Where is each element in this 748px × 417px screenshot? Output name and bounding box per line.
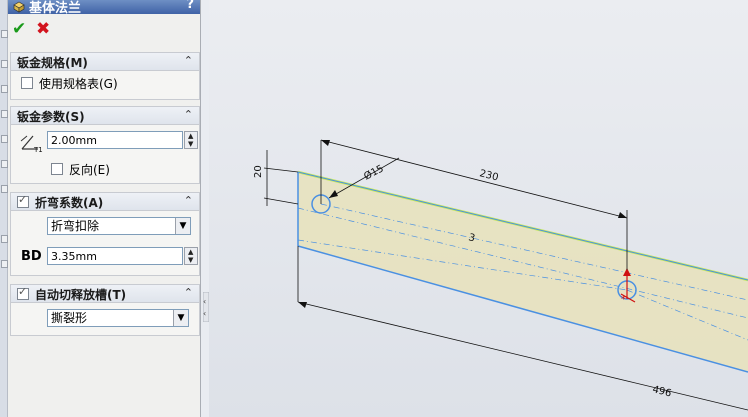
spin-up-icon: ▲ xyxy=(188,132,194,140)
group-title: 钣金规格(M) xyxy=(17,56,88,70)
ok-button[interactable]: ✔ xyxy=(12,20,30,38)
thickness-icon: T1 xyxy=(20,135,43,153)
tree-icon[interactable] xyxy=(1,235,8,243)
svg-text:‹: ‹ xyxy=(203,297,206,306)
relief-type-select[interactable]: 撕裂形 ▼ xyxy=(47,309,189,327)
tree-icon[interactable] xyxy=(1,110,8,118)
collapse-icon[interactable]: ⌃ xyxy=(184,54,193,67)
relief-type-value: 撕裂形 xyxy=(51,311,88,325)
panel-titlebar: 基体法兰 ? xyxy=(8,0,200,16)
dim-hole-label[interactable]: Ø15 xyxy=(362,162,386,182)
reverse-checkbox[interactable] xyxy=(51,163,63,175)
dim-extension xyxy=(263,197,299,205)
base-flange-icon xyxy=(13,1,25,13)
group-title: 折弯系数(A) xyxy=(35,196,104,210)
bend-allowance-checkbox[interactable] xyxy=(17,193,29,208)
use-gauge-table-label: 使用规格表(G) xyxy=(39,77,118,91)
group-header[interactable]: 折弯系数(A) ⌃ xyxy=(11,193,199,211)
sheet-params-group: 钣金参数(S) ⌃ T1 2.00mm ▲ ▼ 反向(E) xyxy=(10,106,200,184)
cancel-button[interactable]: ✖ xyxy=(36,20,54,38)
dropdown-arrow-icon[interactable]: ▼ xyxy=(175,218,190,234)
help-button[interactable]: ? xyxy=(186,0,194,12)
tree-icon[interactable] xyxy=(1,160,8,168)
origin-star-icon: * xyxy=(621,295,626,305)
dim-extension xyxy=(263,167,299,173)
tree-icon[interactable] xyxy=(1,185,8,193)
flange-preview xyxy=(298,172,748,372)
use-gauge-table-checkbox[interactable] xyxy=(21,77,33,89)
dim-496-label[interactable]: 496 xyxy=(651,384,672,399)
bend-deduction-spinner[interactable]: ▲ ▼ xyxy=(184,247,198,265)
bend-type-value: 折弯扣除 xyxy=(51,219,100,233)
dropdown-arrow-icon[interactable]: ▼ xyxy=(173,310,188,326)
x-icon: ✖ xyxy=(36,19,51,39)
group-header[interactable]: 自动切释放槽(T) ⌃ xyxy=(11,285,199,303)
collapse-icon[interactable]: ⌃ xyxy=(184,286,193,299)
group-title: 自动切释放槽(T) xyxy=(35,288,127,302)
spin-down-icon: ▼ xyxy=(188,256,194,264)
collapse-icon[interactable]: ⌃ xyxy=(184,108,193,121)
auto-relief-checkbox[interactable] xyxy=(17,285,29,300)
spin-up-icon: ▲ xyxy=(188,248,194,256)
sheet-gauges-group: 钣金规格(M) ⌃ 使用规格表(G) xyxy=(10,52,200,100)
group-header[interactable]: 钣金参数(S) ⌃ xyxy=(11,107,199,125)
bend-deduction-input[interactable]: 3.35mm xyxy=(47,247,183,265)
panel-title: 基体法兰 xyxy=(29,1,82,16)
tree-icon[interactable] xyxy=(1,30,8,38)
dim-20-label[interactable]: 20 xyxy=(253,165,264,178)
dim-arrow xyxy=(298,302,307,308)
svg-text:‹: ‹ xyxy=(203,309,206,318)
thickness-spinner[interactable]: ▲ ▼ xyxy=(184,131,198,149)
tree-icon[interactable] xyxy=(1,135,8,143)
check-icon: ✔ xyxy=(12,19,27,39)
dim-arrow xyxy=(321,140,330,146)
svg-text:T1: T1 xyxy=(33,146,43,153)
thickness-input[interactable]: 2.00mm xyxy=(47,131,183,149)
bend-allowance-group: 折弯系数(A) ⌃ 折弯扣除 ▼ BD 3.35mm ▲ ▼ xyxy=(10,192,200,276)
group-header[interactable]: 钣金规格(M) ⌃ xyxy=(11,53,199,71)
sketch-preview[interactable]: * 20 Ø15 230 3 496 xyxy=(209,0,748,417)
graphics-area[interactable]: * 20 Ø15 230 3 496 xyxy=(209,0,748,417)
spin-down-icon: ▼ xyxy=(188,140,194,148)
bd-label: BD xyxy=(21,249,42,264)
tree-icon[interactable] xyxy=(1,260,8,268)
feature-tree-strip xyxy=(0,0,8,417)
auto-relief-group: 自动切释放槽(T) ⌃ 撕裂形 ▼ xyxy=(10,284,200,336)
group-title: 钣金参数(S) xyxy=(17,110,85,124)
tree-icon[interactable] xyxy=(1,85,8,93)
dim-arrow xyxy=(618,212,627,218)
bend-type-select[interactable]: 折弯扣除 ▼ xyxy=(47,217,191,235)
collapse-icon[interactable]: ⌃ xyxy=(184,194,193,207)
property-manager: 基体法兰 ? ✔ ✖ 钣金规格(M) ⌃ 使用规格表(G) 钣金参数(S) ⌃ … xyxy=(8,0,201,417)
tree-icon[interactable] xyxy=(1,60,8,68)
reverse-label: 反向(E) xyxy=(69,163,110,177)
